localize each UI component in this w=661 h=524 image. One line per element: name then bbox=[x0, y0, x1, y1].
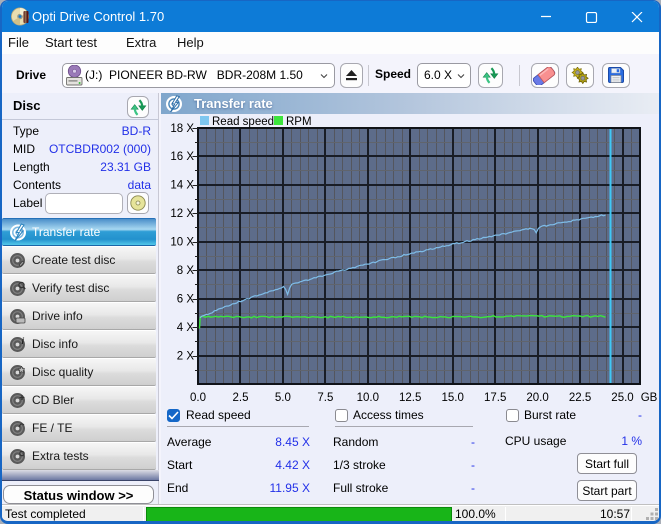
svg-text:14 X: 14 X bbox=[170, 180, 194, 192]
svg-text:Read speed: Read speed bbox=[212, 116, 274, 128]
svg-text:7.5: 7.5 bbox=[317, 392, 333, 404]
svg-text:8 X: 8 X bbox=[177, 265, 195, 277]
svg-text:GB: GB bbox=[641, 392, 658, 404]
svg-text:0.0: 0.0 bbox=[190, 392, 206, 404]
svg-text:22.5: 22.5 bbox=[569, 392, 591, 404]
svg-text:18 X: 18 X bbox=[170, 123, 194, 135]
svg-text:2.5: 2.5 bbox=[233, 392, 249, 404]
svg-text:16 X: 16 X bbox=[170, 151, 194, 163]
svg-text:15.0: 15.0 bbox=[442, 392, 464, 404]
svg-text:25.0: 25.0 bbox=[611, 392, 633, 404]
svg-text:5.0: 5.0 bbox=[275, 392, 291, 404]
svg-text:6 X: 6 X bbox=[177, 294, 195, 306]
svg-text:20.0: 20.0 bbox=[526, 392, 548, 404]
svg-text:2 X: 2 X bbox=[177, 351, 195, 363]
svg-text:4 X: 4 X bbox=[177, 322, 195, 334]
svg-text:10.0: 10.0 bbox=[357, 392, 379, 404]
svg-text:12.5: 12.5 bbox=[399, 392, 421, 404]
svg-text:12 X: 12 X bbox=[170, 208, 194, 220]
svg-text:17.5: 17.5 bbox=[484, 392, 506, 404]
svg-text:10 X: 10 X bbox=[170, 237, 194, 249]
svg-text:RPM: RPM bbox=[286, 116, 312, 128]
